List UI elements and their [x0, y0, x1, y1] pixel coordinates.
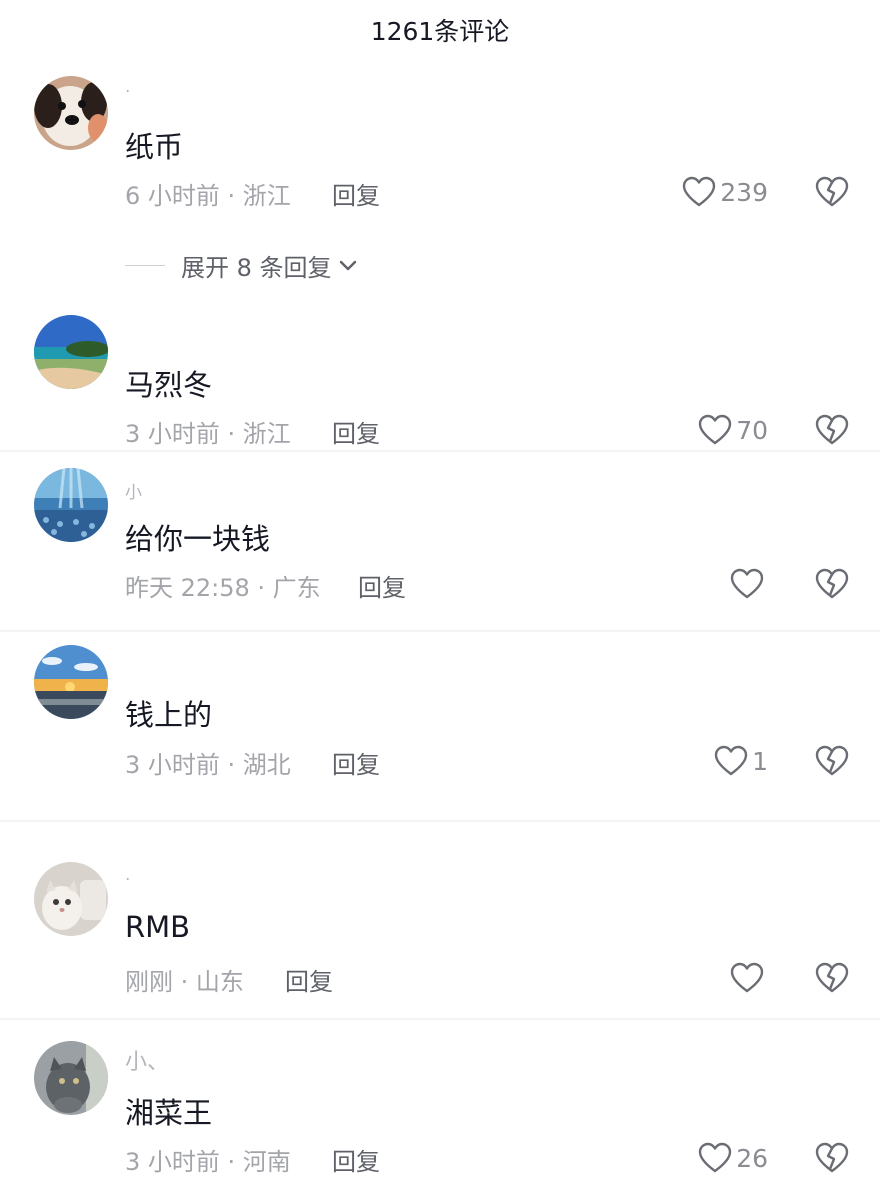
broken-heart-icon	[815, 745, 849, 776]
avatar[interactable]	[34, 862, 108, 936]
comment-meta: 昨天 22:58 · 广东	[125, 574, 321, 602]
divider	[0, 630, 880, 632]
reply-button[interactable]: 回复	[332, 414, 380, 449]
dislike-button[interactable]	[812, 566, 852, 602]
comment-meta: 刚刚 · 山东	[125, 968, 244, 996]
reply-button[interactable]: 回复	[285, 962, 333, 997]
comment-text: 湘菜王	[125, 1096, 213, 1130]
expand-replies-label: 展开 8 条回复	[181, 254, 332, 282]
dislike-button[interactable]	[812, 174, 852, 210]
comments-count-title: 1261条评论	[370, 17, 510, 46]
comment-text: 纸币	[125, 130, 184, 164]
like-count: 26	[736, 1143, 768, 1173]
expand-divider-line	[125, 265, 165, 266]
broken-heart-icon	[815, 568, 849, 599]
reply-button[interactable]: 回复	[332, 745, 380, 780]
comment-meta: 3 小时前 · 浙江	[125, 420, 291, 448]
heart-outline-icon	[714, 745, 748, 776]
like-count: 70	[736, 415, 768, 445]
comment-text: 给你一块钱	[125, 522, 271, 556]
username[interactable]: ·	[125, 82, 130, 102]
reply-button[interactable]: 回复	[358, 568, 406, 603]
avatar[interactable]	[34, 1041, 108, 1115]
chevron-down-icon	[339, 260, 356, 270]
username[interactable]: ·	[125, 870, 130, 890]
expand-replies-button[interactable]: 展开 8 条回复	[125, 248, 358, 283]
heart-outline-icon	[730, 962, 764, 993]
dislike-button[interactable]	[812, 412, 852, 448]
divider	[0, 820, 880, 822]
comment-text: RMB	[125, 910, 191, 944]
heart-outline-icon	[698, 1142, 732, 1173]
like-button[interactable]: 70	[698, 412, 768, 448]
like-count: 1	[752, 746, 768, 776]
heart-outline-icon	[683, 176, 716, 207]
avatar[interactable]	[34, 468, 108, 542]
like-button[interactable]: 239	[682, 174, 768, 210]
username[interactable]: 小、	[125, 1044, 169, 1076]
comment-meta: 3 小时前 · 河南	[125, 1148, 291, 1176]
reply-button[interactable]: 回复	[332, 176, 380, 211]
like-button[interactable]	[730, 566, 768, 602]
comment-text: 钱上的	[125, 698, 213, 732]
like-button[interactable]: 26	[698, 1140, 768, 1176]
like-count: 239	[720, 177, 768, 207]
comment-meta: 6 小时前 · 浙江	[125, 182, 291, 210]
comment-meta: 3 小时前 · 湖北	[125, 751, 291, 779]
broken-heart-icon	[815, 1142, 849, 1173]
dislike-button[interactable]	[812, 743, 852, 779]
comment-text: 马烈冬	[125, 368, 213, 402]
avatar[interactable]	[34, 645, 108, 719]
avatar[interactable]	[34, 315, 108, 389]
username[interactable]: 小	[125, 478, 142, 503]
like-button[interactable]: 1	[714, 743, 768, 779]
divider	[0, 1018, 880, 1020]
divider	[0, 450, 880, 452]
avatar[interactable]	[34, 76, 108, 150]
dislike-button[interactable]	[812, 960, 852, 996]
like-button[interactable]	[730, 960, 768, 996]
heart-outline-icon	[698, 414, 732, 445]
reply-button[interactable]: 回复	[332, 1142, 380, 1177]
broken-heart-icon	[815, 962, 849, 993]
dislike-button[interactable]	[812, 1140, 852, 1176]
broken-heart-icon	[815, 176, 849, 207]
heart-outline-icon	[730, 568, 764, 599]
broken-heart-icon	[815, 414, 849, 445]
